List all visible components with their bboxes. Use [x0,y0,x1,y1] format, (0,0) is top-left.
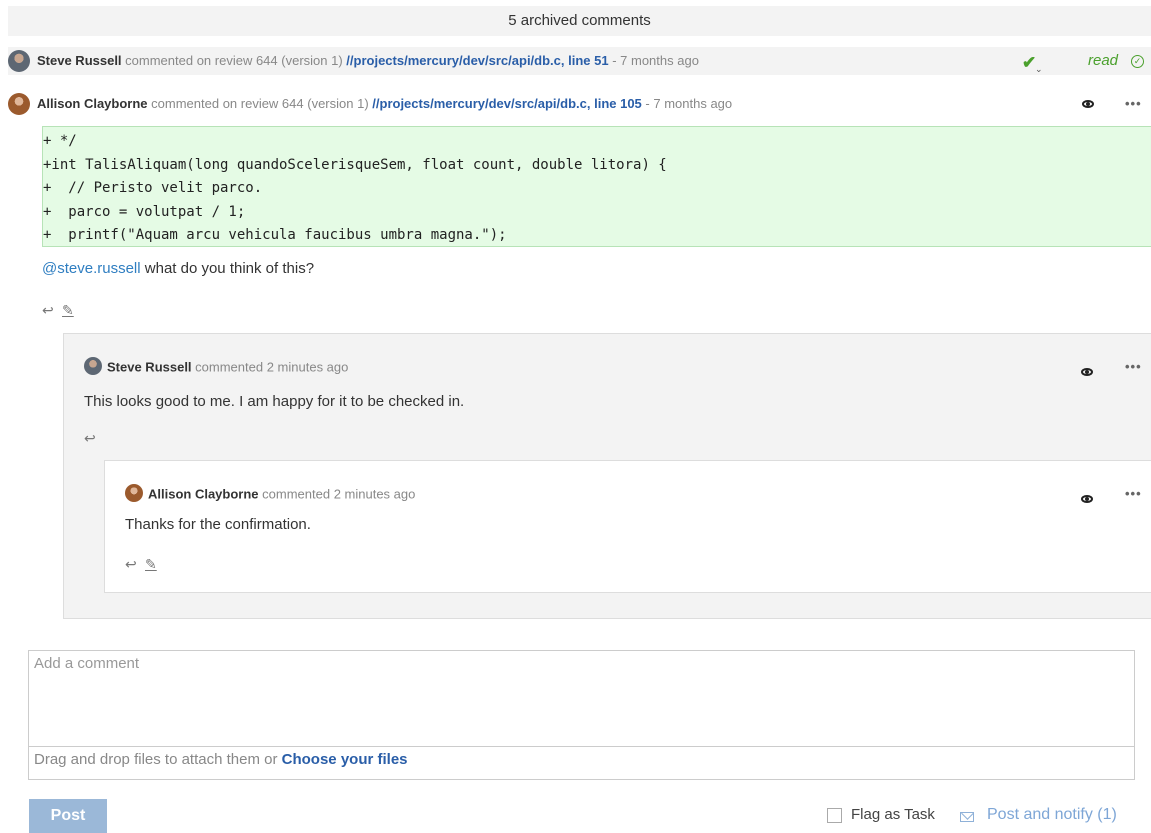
file-line-link[interactable]: //projects/mercury/dev/src/api/db.c, lin… [346,53,608,68]
more-icon[interactable]: ••• [1125,90,1142,118]
avatar [84,357,102,375]
reply-actions: ↩ ✎ [125,556,159,573]
avatar [8,49,30,72]
comment-text: what do you think of this? [144,260,315,277]
more-icon[interactable]: ••• [1125,486,1142,501]
flag-as-task-label[interactable]: Flag as Task [851,806,935,823]
comment-time: - 7 months ago [645,96,733,111]
reply-author: Steve Russell [107,359,192,375]
comment-header-allison: Allison Clayborne commented on review 64… [8,90,1151,118]
comment-verb: commented on review 644 (version 1) [151,96,369,111]
avatar [125,484,143,502]
avatar [8,92,30,115]
reply-time: commented 2 minutes ago [262,486,416,502]
edit-icon[interactable]: ✎ [145,556,159,573]
reply-icon[interactable]: ↩ [42,302,56,319]
comment-actions: ↩ ✎ [42,302,76,319]
file-line-link[interactable]: //projects/mercury/dev/src/api/db.c, lin… [372,96,642,111]
reply-header: Allison Clayborne commented 2 minutes ag… [125,484,416,504]
code-line: + */ [43,133,77,149]
eye-icon[interactable] [1081,368,1093,376]
flag-as-task-checkbox[interactable] [827,808,842,823]
comment-header-steve: Steve Russell commented on review 644 (v… [8,47,1151,75]
code-line: + parco = volutpat / 1; [43,203,246,220]
edit-icon[interactable]: ✎ [62,302,76,319]
comment-textarea[interactable] [29,651,1134,747]
code-snippet: + */ +int TalisAliquam(long quandoSceler… [42,126,1151,247]
mention-link[interactable]: @steve.russell [42,260,141,277]
code-line: + // Peristo velit parco. [43,180,263,196]
reply-icon[interactable]: ↩ [125,556,139,573]
comment-author: Allison Clayborne [37,96,148,111]
post-button[interactable]: Post [29,799,107,833]
nested-reply: Allison Clayborne commented 2 minutes ag… [104,460,1151,593]
drop-text: Drag and drop files to attach them or [34,751,278,768]
code-line: + printf("Aquam arcu vehicula faucibus u… [43,227,507,243]
comment-time: - 7 months ago [612,53,699,68]
comment-author: Steve Russell [37,53,122,68]
reply-text: Thanks for the confirmation. [125,516,311,533]
file-drop-zone[interactable]: Drag and drop files to attach them or Ch… [34,751,408,768]
reply-actions: ↩ [84,430,98,447]
envelope-icon [960,812,974,822]
reply-icon[interactable]: ↩ [84,430,98,447]
more-icon[interactable]: ••• [1125,359,1142,374]
post-and-notify-button[interactable]: Post and notify (1) [987,806,1117,824]
reply-time: commented 2 minutes ago [195,359,349,375]
chevron-down-icon[interactable]: ⌄ [1035,55,1043,83]
code-line: +int TalisAliquam(long quandoScelerisque… [43,156,667,173]
archived-comments-bar[interactable]: 5 archived comments [8,6,1151,36]
read-status[interactable]: read [1088,47,1118,75]
reply-header: Steve Russell commented 2 minutes ago [84,357,349,377]
eye-icon[interactable] [1082,100,1094,108]
comment-composer: Drag and drop files to attach them or Ch… [28,650,1135,780]
reply-author: Allison Clayborne [148,486,259,502]
eye-icon[interactable] [1081,495,1093,503]
choose-files-link[interactable]: Choose your files [282,751,408,768]
comment-body: @steve.russell what do you think of this… [42,260,314,277]
comment-verb: commented on review 644 (version 1) [125,53,343,68]
read-check-circle-icon[interactable]: ✓ [1131,55,1144,68]
reply-text: This looks good to me. I am happy for it… [84,393,465,410]
